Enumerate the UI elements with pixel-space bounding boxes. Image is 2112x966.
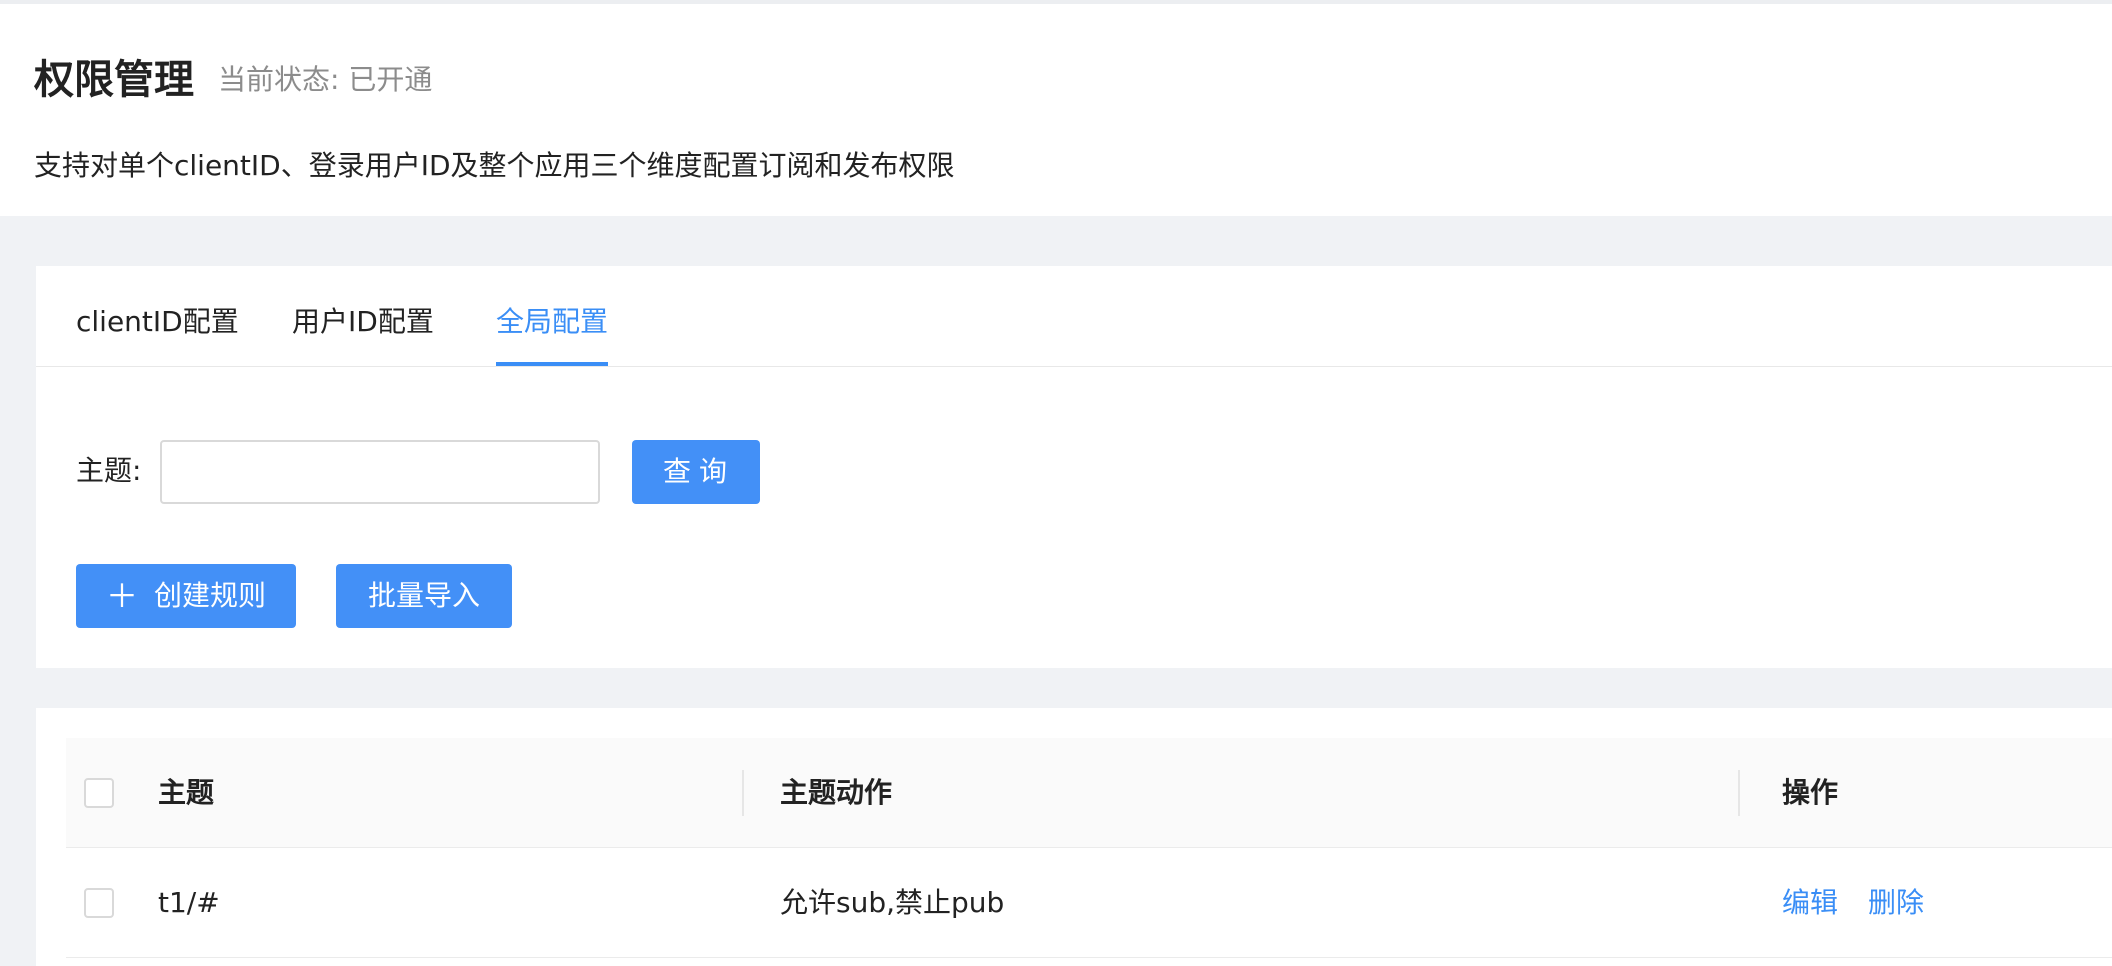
row-topic: t1/# bbox=[158, 886, 220, 919]
tab-clientid-config[interactable]: clientID配置 bbox=[76, 300, 239, 344]
delete-link[interactable]: 删除 bbox=[1868, 881, 1924, 925]
service-status: 当前状态: 已开通 bbox=[218, 63, 433, 96]
page-header: 权限管理 当前状态: 已开通 支持对单个clientID、登录用户ID及整个应用… bbox=[0, 4, 2112, 216]
tab-userid-config[interactable]: 用户ID配置 bbox=[292, 300, 434, 344]
edit-link[interactable]: 编辑 bbox=[1782, 881, 1838, 925]
page-description: 支持对单个clientID、登录用户ID及整个应用三个维度配置订阅和发布权限 bbox=[34, 149, 955, 182]
create-rule-button[interactable]: ＋ 创建规则 bbox=[76, 564, 296, 628]
rules-table: 主题 主题动作 操作 t1/# 允许sub,禁止pub 编辑 删除 bbox=[36, 708, 2112, 966]
column-header-action: 主题动作 bbox=[780, 776, 893, 809]
query-button[interactable]: 查询 bbox=[632, 440, 760, 504]
topic-search-input[interactable] bbox=[160, 440, 600, 504]
column-header-topic: 主题 bbox=[158, 776, 215, 809]
create-rule-label: 创建规则 bbox=[154, 579, 267, 612]
column-divider bbox=[1738, 770, 1740, 816]
tab-global-config[interactable]: 全局配置 bbox=[496, 300, 608, 344]
config-panel: clientID配置 用户ID配置 全局配置 主题: 查询 ＋ 创建规则 批量导入 bbox=[36, 266, 2112, 668]
topic-search-label: 主题: bbox=[76, 454, 142, 487]
row-action: 允许sub,禁止pub bbox=[780, 886, 1005, 919]
tab-bar: clientID配置 用户ID配置 全局配置 bbox=[36, 266, 2112, 367]
active-tab-indicator bbox=[496, 362, 608, 366]
page-title: 权限管理 bbox=[34, 57, 194, 103]
batch-import-button[interactable]: 批量导入 bbox=[336, 564, 512, 628]
column-header-operations: 操作 bbox=[1782, 776, 1839, 809]
plus-icon: ＋ bbox=[105, 577, 138, 615]
table-header: 主题 主题动作 操作 bbox=[66, 738, 2112, 848]
table-row: t1/# 允许sub,禁止pub 编辑 删除 bbox=[66, 848, 2112, 958]
column-divider bbox=[742, 770, 744, 816]
select-all-checkbox[interactable] bbox=[84, 778, 114, 808]
row-checkbox[interactable] bbox=[84, 888, 114, 918]
